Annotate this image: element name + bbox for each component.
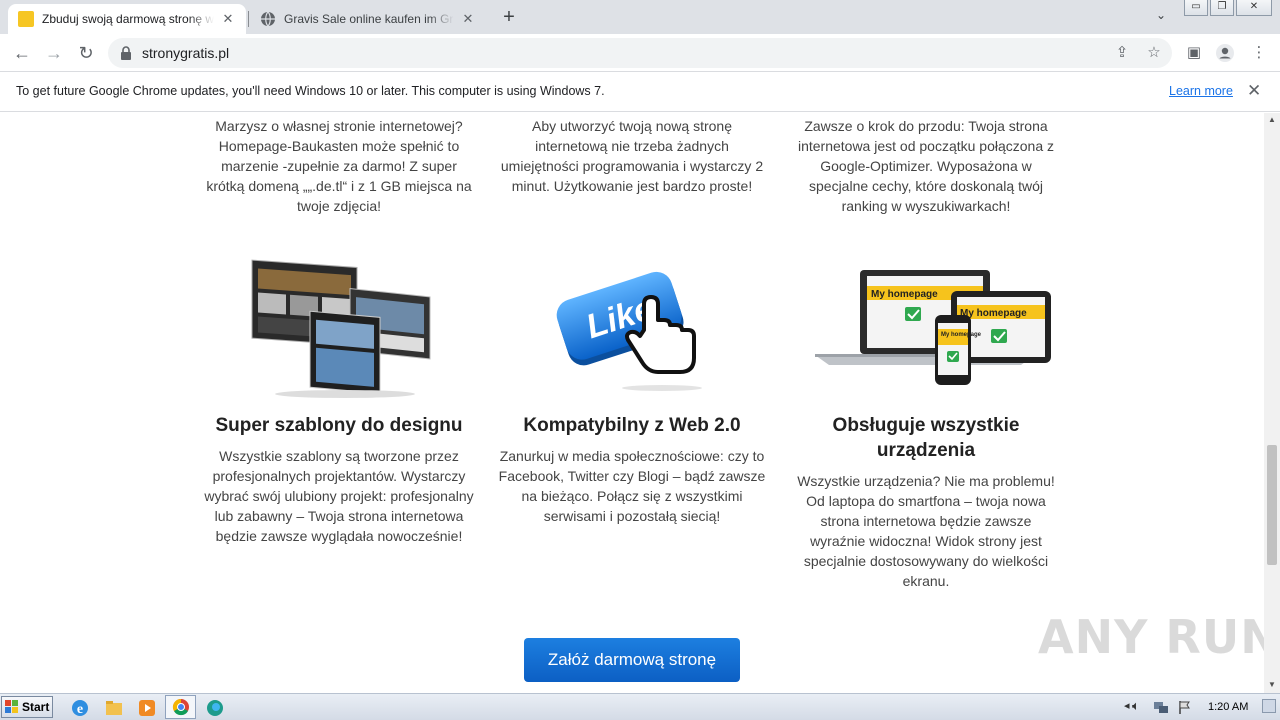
globe-icon	[261, 11, 275, 27]
scroll-up-icon[interactable]: ▲	[1268, 115, 1276, 124]
reload-icon[interactable]: ↻	[74, 41, 98, 65]
show-desktop-button[interactable]	[1262, 699, 1276, 713]
minimize-button[interactable]: ▭	[1184, 0, 1208, 16]
start-button[interactable]: Start	[1, 696, 53, 718]
feature-text-1: Marzysz o własnej stronie internetowej? …	[206, 118, 472, 214]
tab-inactive[interactable]: Gravis Sale online kaufen im Gravis S ✕	[250, 4, 486, 34]
action-center-flag-icon[interactable]	[1177, 699, 1193, 715]
file-explorer-icon[interactable]	[104, 698, 124, 718]
update-infobar: To get future Google Chrome updates, you…	[0, 72, 1280, 112]
restore-button[interactable]: ❐	[1210, 0, 1234, 16]
page-scrollbar[interactable]: ▲ ▼	[1264, 113, 1280, 693]
learn-more-link[interactable]: Learn more	[1169, 84, 1233, 98]
feature-web20: Kompatybilny z Web 2.0 Zanurkuj w media …	[497, 413, 767, 526]
back-arrow-icon[interactable]: ←	[10, 41, 34, 65]
feature-description: Wszystkie urządzenia? Nie ma problemu! O…	[797, 473, 1055, 589]
windows-taskbar: Start e ◂ 🔈︎ 1:20 AM	[0, 693, 1280, 720]
media-player-icon[interactable]	[137, 698, 157, 718]
window-controls: ▭ ❐ ✕	[1184, 0, 1272, 16]
forward-arrow-icon[interactable]: →	[42, 41, 66, 65]
feature-description: Wszystkie szablony są tworzone przez pro…	[204, 448, 474, 544]
side-panel-icon[interactable]: ▣	[1184, 43, 1204, 63]
network-icon[interactable]	[1153, 699, 1169, 715]
scroll-thumb[interactable]	[1267, 445, 1277, 565]
folder-favicon-icon	[18, 11, 34, 27]
svg-text:e: e	[77, 702, 83, 717]
windows-logo-icon	[5, 700, 18, 713]
taskbar-clock: 1:20 AM	[1208, 701, 1249, 713]
feature-devices: Obsługuje wszystkie urządzenia Wszystkie…	[791, 413, 1061, 591]
like-button-image: Like	[556, 271, 702, 391]
create-free-site-button[interactable]: Załóż darmową stronę	[524, 638, 740, 682]
tab-close-icon[interactable]: ✕	[220, 11, 236, 27]
feature-description: Zanurkuj w media społecznościowe: czy to…	[498, 448, 766, 524]
bookmark-star-icon[interactable]: ☆	[1145, 44, 1163, 62]
devices-image: My homepage My homepage My homepage	[815, 270, 1051, 385]
tab-separator	[248, 11, 249, 27]
infobar-message: To get future Google Chrome updates, you…	[16, 84, 605, 98]
tray-expand-icon[interactable]: ◂	[1124, 699, 1130, 712]
edge-icon[interactable]	[205, 698, 225, 718]
volume-icon[interactable]: 🔈︎	[1132, 698, 1140, 714]
feature-title: Kompatybilny z Web 2.0	[523, 415, 741, 436]
feature-text-3: Zawsze o krok do przodu: Twoja strona in…	[797, 118, 1055, 214]
anyrun-watermark: ANY RUN	[1038, 610, 1280, 664]
close-window-button[interactable]: ✕	[1236, 0, 1272, 16]
lock-icon	[121, 46, 131, 60]
feature-design: Super szablony do designu Wszystkie szab…	[204, 413, 474, 546]
feature-text-2: Aby utworzyć twoją nową stronę interneto…	[500, 118, 764, 194]
chrome-icon	[172, 698, 189, 716]
infobar-close-icon[interactable]: ✕	[1247, 81, 1261, 101]
device-label-phone: My homepage	[941, 332, 982, 338]
web-page: Marzysz o własnej stronie internetowej? …	[0, 113, 1264, 693]
new-tab-button[interactable]: +	[498, 7, 520, 29]
internet-explorer-icon[interactable]: e	[70, 698, 90, 718]
design-templates-image	[251, 259, 431, 398]
profile-avatar-icon[interactable]	[1215, 43, 1235, 63]
feature-title: Obsługuje wszystkie urządzenia	[832, 415, 1020, 461]
device-label-laptop: My homepage	[871, 289, 938, 300]
tab-strip: Zbuduj swoją darmową stronę www ✕ Gravis…	[0, 0, 1280, 34]
start-label: Start	[22, 700, 50, 714]
scroll-down-icon[interactable]: ▼	[1268, 680, 1276, 689]
feature-title: Super szablony do designu	[215, 415, 463, 436]
share-icon[interactable]: ⇪	[1113, 44, 1131, 62]
tab-active[interactable]: Zbuduj swoją darmową stronę www ✕	[8, 4, 246, 34]
browser-toolbar: ← → ↻ stronygratis.pl ⇪ ☆ ▣ ⋮	[0, 34, 1280, 72]
chrome-taskbar-item[interactable]	[165, 695, 196, 719]
tab-close-icon[interactable]: ✕	[460, 11, 476, 27]
tab-title: Gravis Sale online kaufen im Gravis S	[284, 12, 454, 26]
menu-dots-icon[interactable]: ⋮	[1249, 43, 1269, 63]
url-text: stronygratis.pl	[142, 45, 230, 61]
tab-search-icon[interactable]: ⌄	[1152, 8, 1170, 26]
tab-title: Zbuduj swoją darmową stronę www	[42, 12, 214, 26]
address-bar[interactable]: stronygratis.pl ⇪ ☆	[108, 38, 1172, 68]
device-label-tablet: My homepage	[960, 308, 1027, 319]
